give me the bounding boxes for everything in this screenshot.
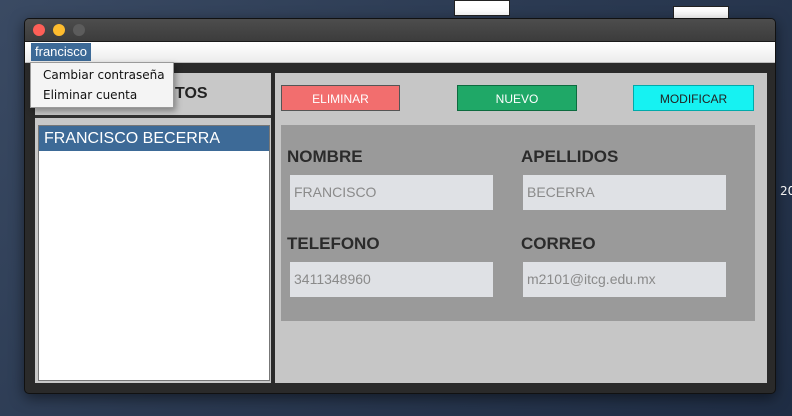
nombre-label: NOMBRE [287, 147, 363, 166]
user-dropdown-menu: Cambiar contraseña Eliminar cuenta [30, 62, 174, 108]
maximize-window-button[interactable] [73, 24, 85, 36]
contact-form: NOMBRE FRANCISCO APELLIDOS BECERRA TELEF… [281, 125, 755, 321]
title-bar[interactable] [25, 19, 775, 42]
menu-item-eliminar-cuenta[interactable]: Eliminar cuenta [43, 88, 137, 102]
user-menu[interactable]: francisco [31, 43, 92, 61]
correo-field[interactable]: m2101@itcg.edu.mx [522, 261, 727, 298]
correo-label: CORREO [521, 234, 596, 253]
list-item[interactable]: FRANCISCO BECERRA [39, 126, 269, 151]
new-button[interactable]: NUEVO [457, 85, 577, 111]
modify-button[interactable]: MODIFICAR [633, 85, 754, 111]
nombre-field[interactable]: FRANCISCO [289, 174, 494, 211]
desktop-thumbnail[interactable] [454, 0, 510, 16]
contacts-header-title: TOS [175, 85, 208, 102]
details-panel: ELIMINAR NUEVO MODIFICAR NOMBRE FRANCISC… [275, 73, 767, 383]
menu-item-cambiar-contrasena[interactable]: Cambiar contraseña [43, 68, 165, 82]
apellidos-label: APELLIDOS [521, 147, 619, 166]
close-window-button[interactable] [33, 24, 45, 36]
desktop-number: 20 [780, 184, 792, 198]
contacts-panel: TOS FRANCISCO BECERRA [35, 73, 271, 383]
menu-bar: francisco [25, 42, 775, 63]
delete-button[interactable]: ELIMINAR [281, 85, 400, 111]
telefono-label: TELEFONO [287, 234, 380, 253]
apellidos-field[interactable]: BECERRA [522, 174, 727, 211]
contacts-list[interactable]: FRANCISCO BECERRA [38, 125, 270, 381]
telefono-field[interactable]: 3411348960 [289, 261, 494, 298]
minimize-window-button[interactable] [53, 24, 65, 36]
